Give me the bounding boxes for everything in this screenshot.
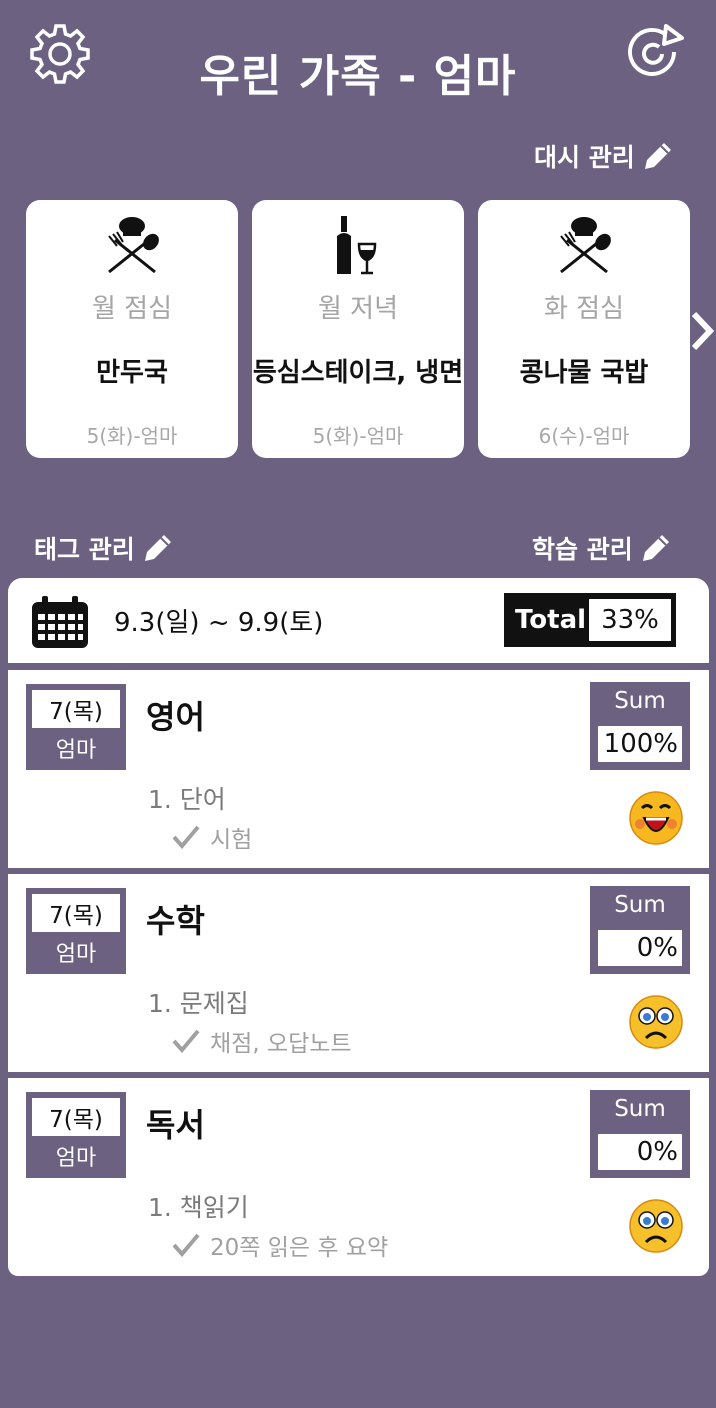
- week-summary-bar: 9.3(일) ~ 9.9(토) Total 33%: [8, 578, 709, 663]
- day-badge: 7(목) 엄마: [26, 684, 126, 770]
- sad-face-icon: [629, 995, 683, 1049]
- meal-card[interactable]: 화 점심 콩나물 국밥 6(수)-엄마: [478, 200, 690, 458]
- subject-card[interactable]: 7(목) 엄마 수학 Sum 0% 1. 문제집 채점, 오답노트: [8, 874, 709, 1072]
- day-badge: 7(목) 엄마: [26, 888, 126, 974]
- meal-manage-link[interactable]: 대시 관리: [534, 138, 675, 174]
- task-check-label: 채점, 오답노트: [210, 1031, 352, 1057]
- chevron-right-icon: [691, 311, 715, 351]
- subject-name: 독서: [146, 1106, 205, 1144]
- task-check[interactable]: 시험: [172, 820, 252, 854]
- day-badge-day: 7(목): [32, 690, 120, 728]
- sum-value: 100%: [598, 726, 682, 762]
- sum-value: 0%: [598, 1134, 682, 1170]
- meal-menu: 등심스테이크, 냉면: [252, 358, 464, 388]
- chef-utensils-icon: [26, 214, 238, 276]
- sum-box: Sum 0%: [590, 886, 690, 974]
- subject-card[interactable]: 7(목) 엄마 독서 Sum 0% 1. 책읽기 20쪽 읽은 후 요약: [8, 1078, 709, 1276]
- sad-face-icon: [629, 1199, 683, 1253]
- meal-menu: 만두국: [96, 358, 168, 388]
- subject-name: 수학: [146, 902, 205, 940]
- day-badge-day: 7(목): [32, 894, 120, 932]
- chef-utensils-icon: [478, 214, 690, 276]
- day-badge-who: 엄마: [55, 1146, 97, 1171]
- week-range: 9.3(일) ~ 9.9(토): [114, 608, 324, 638]
- task-title: 1. 책읽기: [148, 1193, 249, 1222]
- checkmark-icon: [172, 1029, 200, 1053]
- tag-manage-link[interactable]: 태그 관리: [34, 530, 175, 566]
- calendar-icon[interactable]: [30, 594, 90, 650]
- meal-title: 화 점심: [543, 294, 625, 324]
- checkmark-icon: [172, 1233, 200, 1257]
- task-check-label: 시험: [210, 827, 253, 853]
- sum-box: Sum 0%: [590, 1090, 690, 1178]
- sum-label: Sum: [614, 688, 666, 714]
- happy-face-icon: [629, 791, 683, 845]
- task-check-label: 20쪽 읽은 후 요약: [210, 1235, 389, 1261]
- study-manage-label: 학습 관리: [532, 535, 633, 564]
- meal-title: 월 점심: [91, 294, 173, 324]
- meal-manage-label: 대시 관리: [534, 143, 635, 172]
- meal-card[interactable]: 월 저녁 등심스테이크, 냉면 5(화)-엄마: [252, 200, 464, 458]
- refresh-icon: [628, 24, 684, 76]
- meal-menu: 콩나물 국밥: [519, 358, 649, 388]
- study-manage-link[interactable]: 학습 관리: [532, 530, 673, 566]
- task-check[interactable]: 채점, 오답노트: [172, 1024, 352, 1058]
- page-title: 우린 가족 - 엄마: [199, 51, 517, 102]
- task-title: 1. 단어: [148, 785, 226, 814]
- meal-card[interactable]: 월 점심 만두국 5(화)-엄마: [26, 200, 238, 458]
- pencil-icon: [642, 535, 669, 561]
- checkmark-icon: [172, 825, 200, 849]
- meal-date: 6(수)-엄마: [538, 424, 630, 448]
- total-label: Total: [515, 605, 587, 635]
- day-badge-day: 7(목): [32, 1098, 120, 1136]
- meal-title: 월 저녁: [317, 294, 399, 324]
- task-check[interactable]: 20쪽 읽은 후 요약: [172, 1228, 388, 1262]
- meal-date: 5(화)-엄마: [312, 424, 404, 448]
- day-badge-who: 엄마: [55, 738, 97, 763]
- carousel-next-button[interactable]: [690, 310, 716, 352]
- sum-value: 0%: [598, 930, 682, 966]
- meal-date: 5(화)-엄마: [86, 424, 178, 448]
- sum-label: Sum: [614, 1096, 666, 1122]
- day-badge-who: 엄마: [55, 942, 97, 967]
- wine-icon: [252, 214, 464, 276]
- sum-label: Sum: [614, 892, 666, 918]
- subject-card[interactable]: 7(목) 엄마 영어 Sum 100% 1. 단어 시험: [8, 670, 709, 868]
- total-progress: Total 33%: [504, 593, 676, 647]
- tag-manage-label: 태그 관리: [34, 535, 135, 564]
- subject-name: 영어: [146, 698, 205, 736]
- total-value: 33%: [589, 599, 671, 641]
- refresh-button[interactable]: [622, 22, 690, 82]
- pencil-icon: [144, 535, 171, 561]
- sum-box: Sum 100%: [590, 682, 690, 770]
- pencil-icon: [644, 143, 671, 169]
- day-badge: 7(목) 엄마: [26, 1092, 126, 1178]
- task-title: 1. 문제집: [148, 989, 249, 1018]
